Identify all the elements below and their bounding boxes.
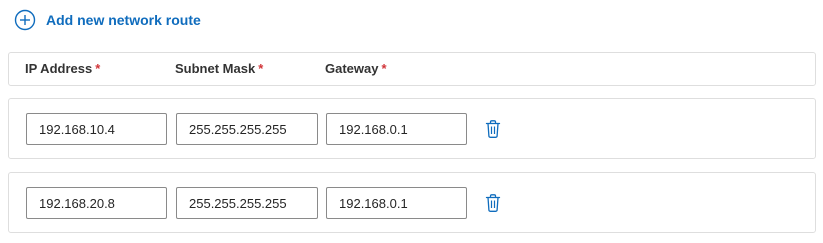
subnet-mask-input[interactable] — [176, 187, 318, 219]
gateway-input[interactable] — [326, 113, 467, 145]
delete-route-button[interactable] — [481, 117, 505, 141]
column-header-gateway: Gateway * — [325, 61, 387, 76]
required-marker: * — [381, 61, 387, 76]
gateway-input[interactable] — [326, 187, 467, 219]
add-route-button[interactable]: Add new network route — [14, 9, 201, 31]
route-row — [8, 172, 816, 233]
trash-icon — [485, 119, 501, 139]
subnet-mask-input[interactable] — [176, 113, 318, 145]
add-route-label: Add new network route — [46, 12, 201, 28]
column-header-subnet-mask: Subnet Mask * — [175, 61, 264, 76]
trash-icon — [485, 193, 501, 213]
add-circle-icon — [14, 9, 36, 31]
delete-route-button[interactable] — [481, 191, 505, 215]
route-row — [8, 98, 816, 159]
column-header-ip-address: IP Address * — [25, 61, 101, 76]
routes-table-header: IP Address * Subnet Mask * Gateway * — [8, 52, 816, 86]
required-marker: * — [95, 61, 101, 76]
network-routes-panel: Add new network route IP Address * Subnet… — [0, 0, 823, 243]
required-marker: * — [258, 61, 264, 76]
ip-address-input[interactable] — [26, 187, 167, 219]
ip-address-input[interactable] — [26, 113, 167, 145]
